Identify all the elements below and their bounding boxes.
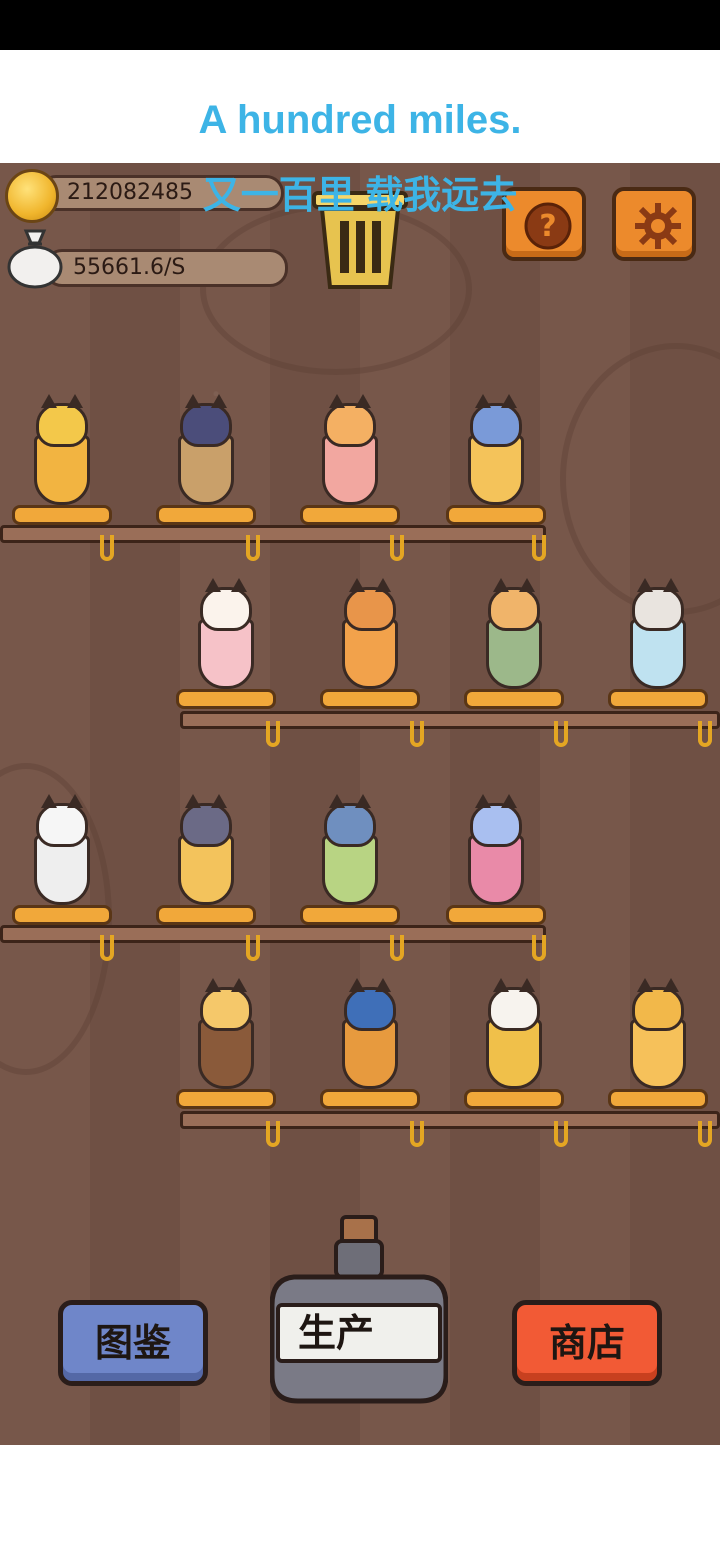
shop-button[interactable]: 商店 [512,1300,662,1386]
cat-base [156,905,256,925]
cat-head [200,978,252,1031]
cat-drink-6[interactable] [320,559,420,709]
cat-drink-4[interactable] [446,375,546,525]
income-rate-counter: 55661.6/S [44,249,288,287]
shelf-3 [0,925,546,943]
shelf-hook [532,535,546,561]
cat-head [344,578,396,631]
shelf-hook [266,721,280,747]
cat-base [156,505,256,525]
shelf-2 [180,711,720,729]
cat-base [300,505,400,525]
album-button[interactable]: 图鉴 [58,1300,208,1386]
shelf-hook [246,535,260,561]
shelf-hook [410,1121,424,1147]
cat-head [36,794,88,847]
shelf-hook [698,1121,712,1147]
cat-drink-10[interactable] [156,775,256,925]
cat-drink-8[interactable] [608,559,708,709]
cat-base [176,1089,276,1109]
produce-button[interactable]: 生产 [270,1215,448,1405]
cat-head [344,978,396,1031]
cat-base [464,1089,564,1109]
cat-base [320,689,420,709]
cat-base [608,689,708,709]
lyric-chinese: 又一百里 载我远去 [202,175,518,217]
produce-label: 生产 [276,1303,442,1363]
cat-base [320,1089,420,1109]
shelf-4 [180,1111,720,1129]
cat-drink-9[interactable] [12,775,112,925]
cat-head [470,794,522,847]
cat-base [12,505,112,525]
shelf-hook [554,721,568,747]
cat-drink-12[interactable] [446,775,546,925]
cat-drink-15[interactable] [464,959,564,1109]
cat-drink-11[interactable] [300,775,400,925]
cat-head [632,578,684,631]
shelf-hook [100,535,114,561]
cat-base [176,689,276,709]
cat-base [464,689,564,709]
cat-base [446,505,546,525]
cat-drink-16[interactable] [608,959,708,1109]
cat-head [632,978,684,1031]
income-rate: 55661.6/S [73,255,186,280]
shelf-hook [390,935,404,961]
cat-head [470,394,522,447]
cat-drink-5[interactable] [176,559,276,709]
cat-drink-2[interactable] [156,375,256,525]
shelf-1 [0,525,546,543]
cat-drink-3[interactable] [300,375,400,525]
shelf-hook [100,935,114,961]
status-bar [0,0,720,50]
shelf-hook [246,935,260,961]
money-bag-icon [7,229,63,289]
cat-drink-14[interactable] [320,959,420,1109]
cat-head [36,394,88,447]
cat-head [200,578,252,631]
cat-drink-1[interactable] [12,375,112,525]
cat-base [446,905,546,925]
cat-head [180,794,232,847]
cat-head [488,978,540,1031]
cat-base [12,905,112,925]
lyric-english: A hundred miles. [198,98,522,142]
cat-head [324,394,376,447]
cat-base [608,1089,708,1109]
cat-base [300,905,400,925]
cat-drink-7[interactable] [464,559,564,709]
cat-head [488,578,540,631]
shelf-hook [410,721,424,747]
shelf-hook [532,935,546,961]
cat-drink-13[interactable] [176,959,276,1109]
cat-head [324,794,376,847]
game-area: 212082485 55661.6/S ? 图鉴 生产 商店 [0,163,720,1445]
shelf-hook [698,721,712,747]
cat-head [180,394,232,447]
shelf-hook [554,1121,568,1147]
shelf-hook [266,1121,280,1147]
shelf-hook [390,535,404,561]
